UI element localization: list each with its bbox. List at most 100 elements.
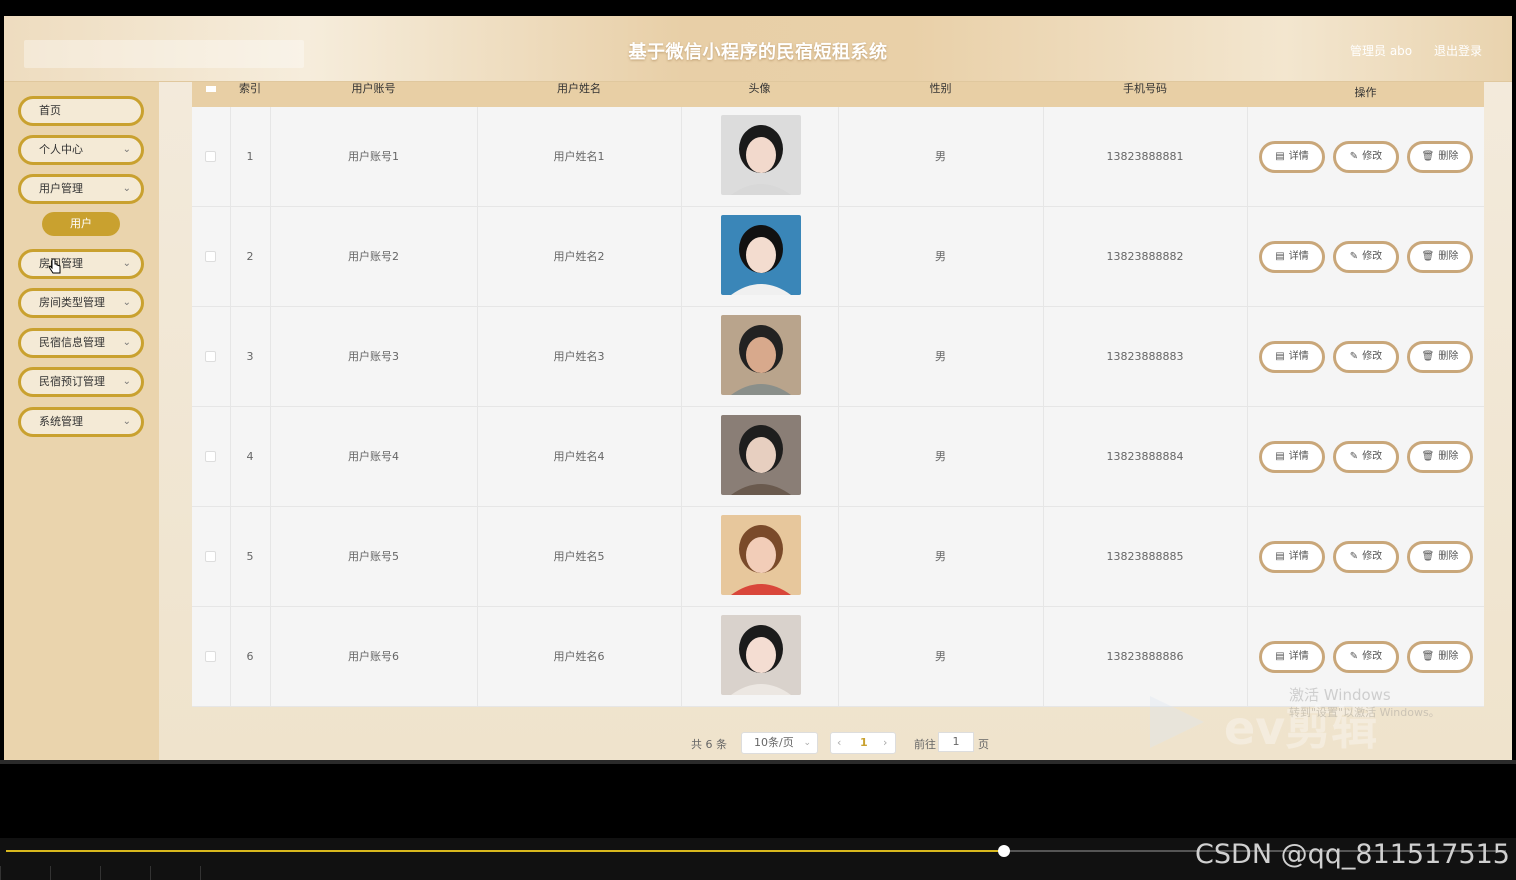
table-row: 3 用户账号3 用户姓名3 男 13823888883 ▤ 详情 ✎ 修改 🗑 删除 <box>192 307 1484 407</box>
row-checkbox[interactable] <box>205 351 216 362</box>
edit-label: 修改 <box>1362 451 1383 462</box>
cell-account: 用户账号1 <box>348 150 399 163</box>
trash-icon: 🗑 <box>1421 451 1435 462</box>
csdn-credit: CSDN @qq_811517515 <box>1195 839 1510 870</box>
page-number-current[interactable]: 1 <box>860 736 868 749</box>
sidebar-item-room-type-management[interactable]: 房间类型管理 ⌄ <box>18 288 144 318</box>
admin-user-label[interactable]: 管理员 abo <box>1350 44 1412 58</box>
detail-button[interactable]: ▤ 详情 <box>1259 341 1325 373</box>
ev-play-logo-icon <box>1150 696 1204 748</box>
col-header-name[interactable]: 用户姓名 <box>477 82 681 107</box>
detail-button[interactable]: ▤ 详情 <box>1259 441 1325 473</box>
row-checkbox[interactable] <box>205 651 216 662</box>
progress-fill <box>6 850 1004 852</box>
edit-button[interactable]: ✎ 修改 <box>1333 341 1399 373</box>
sidebar-item-system-management[interactable]: 系统管理 ⌄ <box>18 407 144 437</box>
delete-button[interactable]: 🗑 删除 <box>1407 441 1473 473</box>
page-size-select[interactable]: 10条/页 ⌄ <box>741 732 818 754</box>
detail-button[interactable]: ▤ 详情 <box>1259 141 1325 173</box>
sidebar-subitem-user[interactable]: 用户 <box>42 212 120 236</box>
prev-page-icon[interactable]: ‹ <box>837 736 841 749</box>
pencil-icon: ✎ <box>1349 151 1359 162</box>
sidebar-item-home[interactable]: 首页 <box>18 96 144 126</box>
delete-button[interactable]: 🗑 删除 <box>1407 141 1473 173</box>
cell-account: 用户账号3 <box>348 350 399 363</box>
delete-button[interactable]: 🗑 删除 <box>1407 641 1473 673</box>
detail-button[interactable]: ▤ 详情 <box>1259 641 1325 673</box>
chevron-down-icon: ⌄ <box>122 258 131 269</box>
delete-button[interactable]: 🗑 删除 <box>1407 541 1473 573</box>
pencil-icon: ✎ <box>1349 351 1359 362</box>
trash-icon: 🗑 <box>1421 151 1435 162</box>
document-icon: ▤ <box>1275 551 1285 562</box>
table-header: 索引 用户账号 用户姓名 头像 性别 手机号码 操作 <box>192 82 1484 107</box>
row-checkbox[interactable] <box>205 251 216 262</box>
edit-button[interactable]: ✎ 修改 <box>1333 541 1399 573</box>
cell-name: 用户姓名2 <box>553 250 605 263</box>
row-checkbox[interactable] <box>205 551 216 562</box>
cell-name: 用户姓名4 <box>553 450 605 463</box>
col-header-gender[interactable]: 性别 <box>838 82 1043 107</box>
select-all-checkbox[interactable] <box>192 82 230 107</box>
detail-label: 详情 <box>1288 451 1309 462</box>
sidebar-item-label: 首页 <box>39 104 61 117</box>
col-header-avatar[interactable]: 头像 <box>681 82 838 107</box>
admin-app-window: 基于微信小程序的民宿短租系统 管理员 abo 退出登录 首页 个人中心 ⌄ 用户管… <box>4 16 1512 760</box>
sidebar-item-user-management[interactable]: 用户管理 ⌄ <box>18 174 144 204</box>
avatar <box>721 615 801 695</box>
sidebar-item-label: 用户管理 <box>39 182 83 195</box>
goto-label: 前往 <box>914 738 936 751</box>
cell-index: 1 <box>246 150 254 163</box>
detail-label: 详情 <box>1288 351 1309 362</box>
delete-label: 删除 <box>1438 251 1459 262</box>
edit-label: 修改 <box>1362 551 1383 562</box>
goto-page-input[interactable]: 1 <box>938 732 974 752</box>
user-table: 索引 用户账号 用户姓名 头像 性别 手机号码 操作 1 用户账号1 用户姓名1 男… <box>192 82 1484 707</box>
sidebar-item-personal-center[interactable]: 个人中心 ⌄ <box>18 135 144 165</box>
avatar <box>721 515 801 595</box>
edit-label: 修改 <box>1362 251 1383 262</box>
page-size-value: 10条/页 <box>754 736 794 749</box>
col-header-index[interactable]: 索引 <box>230 82 270 107</box>
pencil-icon: ✎ <box>1349 251 1359 262</box>
col-header-phone[interactable]: 手机号码 <box>1043 82 1247 107</box>
document-icon: ▤ <box>1275 151 1285 162</box>
sidebar-item-homestay-info-management[interactable]: 民宿信息管理 ⌄ <box>18 328 144 358</box>
app-title: 基于微信小程序的民宿短租系统 <box>628 42 888 63</box>
sidebar-item-booking-management[interactable]: 民宿预订管理 ⌄ <box>18 367 144 397</box>
cell-account: 用户账号2 <box>348 250 399 263</box>
detail-button[interactable]: ▤ 详情 <box>1259 541 1325 573</box>
detail-button[interactable]: ▤ 详情 <box>1259 241 1325 273</box>
main-content: 索引 用户账号 用户姓名 头像 性别 手机号码 操作 1 用户账号1 用户姓名1 男… <box>159 82 1512 760</box>
edit-button[interactable]: ✎ 修改 <box>1333 241 1399 273</box>
video-player-bar: CSDN @qq_811517515 <box>0 838 1516 880</box>
edit-button[interactable]: ✎ 修改 <box>1333 641 1399 673</box>
table-row: 1 用户账号1 用户姓名1 男 13823888881 ▤ 详情 ✎ 修改 🗑 删除 <box>192 107 1484 207</box>
edit-label: 修改 <box>1362 651 1383 662</box>
activate-windows-subtitle: 转到"设置"以激活 Windows。 <box>1289 706 1440 719</box>
edit-button[interactable]: ✎ 修改 <box>1333 441 1399 473</box>
document-icon: ▤ <box>1275 451 1285 462</box>
cell-phone: 13823888882 <box>1106 250 1184 263</box>
avatar <box>721 115 801 195</box>
row-checkbox[interactable] <box>205 151 216 162</box>
progress-knob[interactable] <box>997 845 1010 857</box>
hand-cursor-icon <box>48 258 61 274</box>
detail-label: 详情 <box>1288 651 1309 662</box>
edit-button[interactable]: ✎ 修改 <box>1333 141 1399 173</box>
logout-button[interactable]: 退出登录 <box>1434 44 1482 58</box>
next-page-icon[interactable]: › <box>883 736 887 749</box>
cell-gender: 男 <box>935 450 946 463</box>
sidebar-item-label: 系统管理 <box>39 415 83 428</box>
col-header-account[interactable]: 用户账号 <box>270 82 477 107</box>
trash-icon: 🗑 <box>1421 651 1435 662</box>
sidebar-item-room-management[interactable]: 房间管理 ⌄ <box>18 249 144 279</box>
delete-button[interactable]: 🗑 删除 <box>1407 341 1473 373</box>
trash-icon: 🗑 <box>1421 351 1435 362</box>
delete-button[interactable]: 🗑 删除 <box>1407 241 1473 273</box>
row-checkbox[interactable] <box>205 451 216 462</box>
sidebar-item-label: 房间类型管理 <box>39 296 105 309</box>
ev-watermark: ev剪辑 激活 Windows 转到"设置"以激活 Windows。 <box>1144 684 1444 755</box>
page-suffix-label: 页 <box>978 738 989 751</box>
avatar <box>721 415 801 495</box>
